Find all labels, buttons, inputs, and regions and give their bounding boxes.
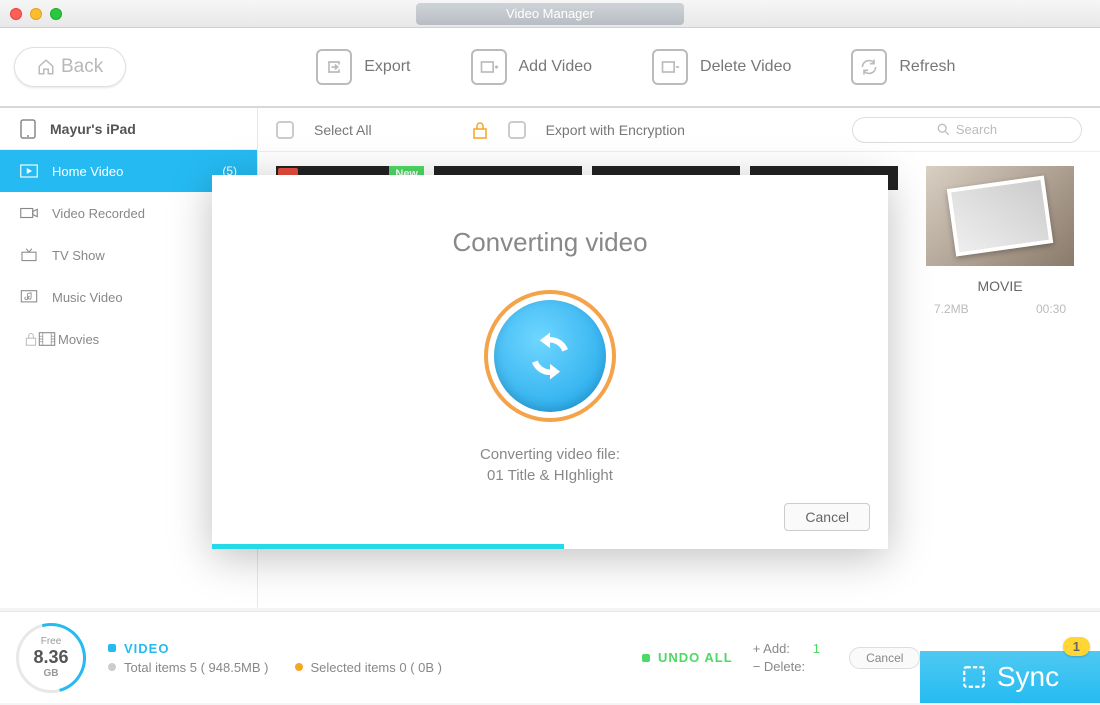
refresh-button[interactable]: Refresh <box>851 49 955 85</box>
dialog-line2: 01 Title & HIghlight <box>480 465 620 486</box>
select-all-checkbox[interactable] <box>276 121 294 139</box>
lock-icon <box>472 121 488 139</box>
encrypt-label: Export with Encryption <box>546 122 685 138</box>
toolbar: Export Add Video Delete Video Refresh <box>316 49 955 85</box>
selected-items: Selected items 0 ( 0B ) <box>311 660 443 675</box>
progress-spinner <box>484 290 616 422</box>
sidebar-item-label: TV Show <box>52 248 105 263</box>
tv-icon <box>20 248 38 262</box>
video-heading: VIDEO <box>124 641 169 656</box>
device-row[interactable]: Mayur's iPad <box>0 108 257 150</box>
dialog-line1: Converting video file: <box>480 444 620 465</box>
encrypt-checkbox[interactable] <box>508 121 526 139</box>
dialog-title: Converting video <box>452 227 647 258</box>
export-icon <box>316 49 352 85</box>
gauge-value: 8.36 <box>33 647 68 668</box>
add-video-button[interactable]: Add Video <box>471 49 593 85</box>
dialog-message: Converting video file: 01 Title & HIghli… <box>480 444 620 486</box>
sync-button[interactable]: 1 Sync <box>920 651 1100 703</box>
footer-stats: VIDEO Total items 5 ( 948.5MB ) Selected… <box>108 637 442 679</box>
titlebar: Video Manager <box>0 0 1100 28</box>
ipad-icon <box>20 119 36 139</box>
search-placeholder: Search <box>956 122 997 137</box>
converting-dialog: Converting video Converting video file: … <box>212 175 888 549</box>
undo-all-label[interactable]: UNDO ALL <box>658 650 733 665</box>
window-controls <box>10 8 62 20</box>
sync-icon <box>961 664 987 690</box>
delete-video-button[interactable]: Delete Video <box>652 49 791 85</box>
search-icon <box>937 123 950 136</box>
video-thumbnail <box>926 166 1074 266</box>
cycle-icon <box>522 328 578 384</box>
lock-icon <box>24 332 38 346</box>
header: Back Export Add Video Delete Video Refre… <box>0 28 1100 108</box>
add-video-label: Add Video <box>519 58 593 76</box>
sync-label: Sync <box>997 661 1059 693</box>
cancel-button[interactable]: Cancel <box>849 647 920 669</box>
sidebar-item-label: Movies <box>58 332 99 347</box>
refresh-icon <box>851 49 887 85</box>
add-label: + Add: <box>753 641 790 656</box>
video-title: MOVIE <box>926 278 1074 294</box>
sync-badge: 1 <box>1063 637 1090 656</box>
device-name: Mayur's iPad <box>50 121 136 137</box>
window-title: Video Manager <box>416 3 684 25</box>
progress-bar <box>212 544 564 549</box>
sidebar-item-label: Music Video <box>52 290 123 305</box>
delete-video-icon <box>652 49 688 85</box>
video-card[interactable]: MOVIE 7.2MB 00:30 <box>926 166 1074 316</box>
pending-changes: + Add: 1 − Delete: <box>753 638 835 677</box>
storage-gauge: Free 8.36 GB <box>16 623 86 693</box>
total-items: Total items 5 ( 948.5MB ) <box>124 660 269 675</box>
back-button[interactable]: Back <box>14 47 126 87</box>
delete-value <box>815 659 835 674</box>
sidebar-item-label: Video Recorded <box>52 206 145 221</box>
gauge-free-label: Free <box>41 636 62 647</box>
delete-video-label: Delete Video <box>700 58 791 76</box>
footer: Free 8.36 GB VIDEO Total items 5 ( 948.5… <box>0 611 1100 703</box>
zoom-icon[interactable] <box>50 8 62 20</box>
back-label: Back <box>61 56 103 78</box>
add-video-icon <box>471 49 507 85</box>
dialog-cancel-button[interactable]: Cancel <box>784 503 870 531</box>
export-button[interactable]: Export <box>316 49 410 85</box>
minimize-icon[interactable] <box>30 8 42 20</box>
gauge-unit: GB <box>44 668 59 679</box>
sidebar-item-label: Home Video <box>52 164 123 179</box>
film-icon <box>38 332 56 346</box>
undo-section: UNDO ALL <box>642 650 733 665</box>
close-icon[interactable] <box>10 8 22 20</box>
add-value: 1 <box>800 641 820 656</box>
music-video-icon <box>20 290 38 304</box>
home-icon <box>37 58 55 76</box>
video-duration: 00:30 <box>1036 302 1066 316</box>
video-size: 7.2MB <box>934 302 969 316</box>
refresh-label: Refresh <box>899 58 955 76</box>
search-input[interactable]: Search <box>852 117 1082 143</box>
video-meta: 7.2MB 00:30 <box>926 302 1074 316</box>
filter-bar: Select All Export with Encryption Search <box>258 108 1100 152</box>
camera-icon <box>20 206 38 220</box>
delete-label: − Delete: <box>753 659 805 674</box>
video-icon <box>20 164 38 178</box>
select-all-label: Select All <box>314 122 372 138</box>
export-label: Export <box>364 58 410 76</box>
